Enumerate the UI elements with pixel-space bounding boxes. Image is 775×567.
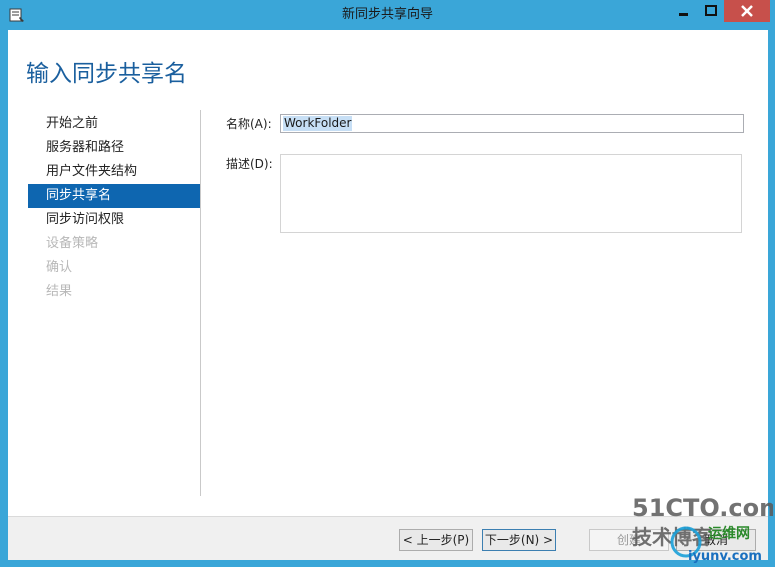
step-device-policy: 设备策略 bbox=[46, 236, 99, 251]
step-confirmation: 确认 bbox=[46, 260, 73, 275]
window-title: 新同步共享向导 bbox=[341, 7, 433, 22]
step-user-folder-structure[interactable]: 用户文件夹结构 bbox=[28, 160, 200, 184]
previous-button[interactable]: < 上一步(P) bbox=[399, 529, 473, 551]
wizard-window: 新同步共享向导 输入同步共享名 开始之前 服务器和路径 用户文件夹结构 同步共享… bbox=[0, 0, 775, 567]
step-sync-share-name[interactable]: 同步共享名 bbox=[28, 184, 200, 208]
minimize-button[interactable] bbox=[670, 0, 698, 22]
step-before-you-begin[interactable]: 开始之前 bbox=[28, 112, 200, 136]
name-field[interactable]: WorkFolder bbox=[280, 114, 744, 133]
step-server-and-path[interactable]: 服务器和路径 bbox=[28, 136, 200, 160]
step-sync-access[interactable]: 同步访问权限 bbox=[28, 208, 200, 232]
name-field-value: WorkFolder bbox=[283, 116, 353, 131]
page-title: 输入同步共享名 bbox=[26, 61, 187, 87]
watermark-text-3: 运维网 bbox=[708, 525, 750, 542]
maximize-button[interactable] bbox=[698, 0, 724, 22]
step-results: 结果 bbox=[46, 284, 73, 299]
description-field[interactable] bbox=[280, 154, 742, 233]
wizard-client-area: 输入同步共享名 开始之前 服务器和路径 用户文件夹结构 同步共享名 同步访问权限… bbox=[8, 30, 768, 560]
close-icon bbox=[741, 5, 753, 17]
nav-divider bbox=[200, 110, 201, 496]
description-label: 描述(D): bbox=[226, 157, 273, 171]
watermark-text-1: 51CTO.com bbox=[632, 494, 773, 522]
watermark-text-4: iyunv.com bbox=[688, 549, 762, 564]
title-bar[interactable]: 新同步共享向导 bbox=[0, 0, 775, 30]
next-button[interactable]: 下一步(N) > bbox=[482, 529, 556, 551]
name-label: 名称(A): bbox=[226, 117, 272, 131]
close-button[interactable] bbox=[724, 0, 770, 22]
watermark-logo: 51CTO.com 技术博客 运维网 iyunv.com bbox=[632, 494, 773, 564]
wizard-step-list: 开始之前 服务器和路径 用户文件夹结构 同步共享名 同步访问权限 设备策略 确认… bbox=[28, 112, 200, 304]
